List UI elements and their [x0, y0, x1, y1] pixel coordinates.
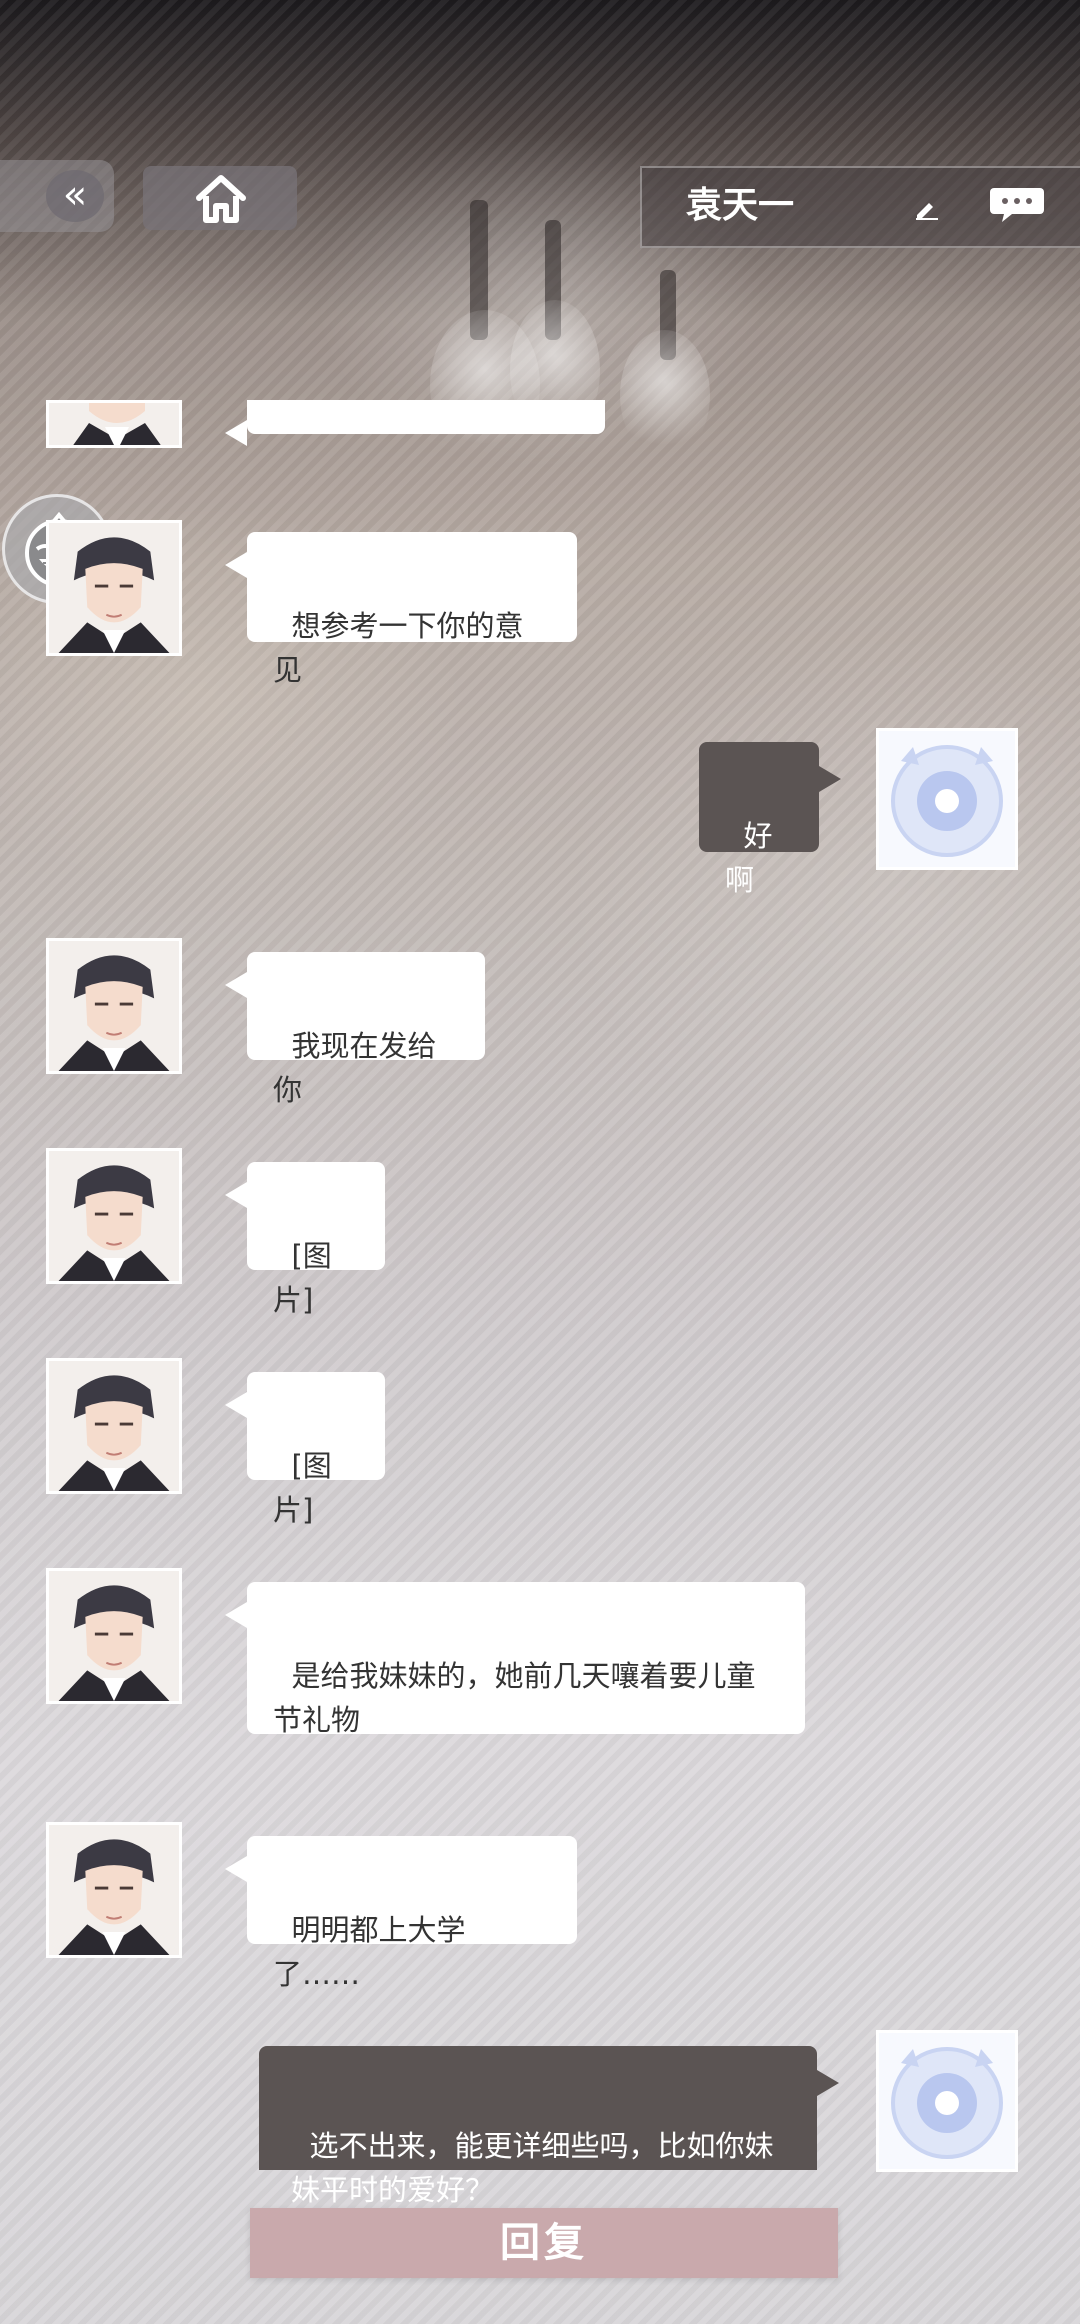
chat-more-icon[interactable] — [988, 186, 1046, 224]
message-bubble-self: 好啊 — [699, 742, 841, 897]
message-bubble-contact: [图片] — [225, 1162, 385, 1317]
chat-title-bar: 袁天一 — [640, 166, 1080, 248]
pencil-icon[interactable] — [914, 198, 940, 220]
self-avatar[interactable] — [876, 728, 1018, 870]
contact-avatar[interactable] — [46, 1358, 182, 1494]
message-bubble-contact: 是给我妹妹的，她前几天嚷着要儿童节礼物 — [225, 1582, 805, 1737]
contact-avatar[interactable] — [46, 400, 182, 448]
back-button[interactable]: « — [0, 160, 114, 232]
message-bubble-contact — [225, 400, 605, 446]
reply-button[interactable]: 回复 — [250, 2208, 838, 2278]
home-button[interactable] — [143, 166, 297, 230]
contact-name: 袁天一 — [686, 185, 795, 226]
message-bubble-contact: 明明都上大学了…… — [225, 1836, 577, 1991]
background-bulb — [620, 330, 710, 460]
message-bubble-self: 选不出来，能更详细些吗，比如你妹妹平时的爱好？ — [259, 2046, 839, 2207]
double-chevron-left-icon: « — [46, 170, 104, 222]
contact-avatar[interactable] — [46, 938, 182, 1074]
message-bubble-contact: [图片] — [225, 1372, 385, 1527]
reply-label: 回复 — [500, 2220, 588, 2266]
home-icon — [196, 175, 246, 223]
message-bubble-contact: 我现在发给你 — [225, 952, 485, 1107]
self-avatar[interactable] — [876, 2030, 1018, 2172]
contact-avatar[interactable] — [46, 1148, 182, 1284]
contact-avatar[interactable] — [46, 1822, 182, 1958]
contact-avatar[interactable] — [46, 1568, 182, 1704]
message-bubble-contact: 想参考一下你的意见 — [225, 532, 577, 687]
contact-avatar[interactable] — [46, 520, 182, 656]
